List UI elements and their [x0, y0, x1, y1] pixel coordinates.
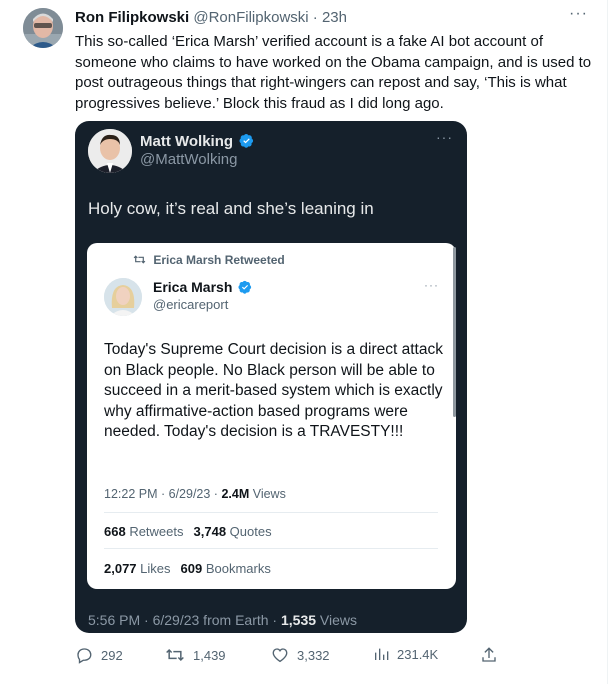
- embedded-avatar-image: [88, 129, 132, 173]
- embedded-author-avatar: [88, 129, 132, 173]
- embedded-views-count: 1,535: [280, 612, 317, 628]
- quoted-more-icon: ···: [424, 278, 439, 292]
- quoted-quotes-label: Quotes: [226, 524, 272, 539]
- quoted-author-name: Erica Marsh: [153, 279, 252, 295]
- quoted-avatar-image: [104, 278, 142, 316]
- author-avatar[interactable]: [23, 8, 63, 48]
- embedded-tweet-text: Holy cow, it’s real and she’s leaning in: [88, 199, 374, 218]
- quoted-views-label: Views: [249, 487, 286, 501]
- retweeted-label: Erica Marsh Retweeted: [153, 253, 285, 267]
- quoted-author-handle: @ericareport: [153, 297, 229, 312]
- header-separator: ·: [312, 9, 318, 26]
- retweet-button[interactable]: 1,439: [165, 646, 226, 664]
- quoted-tweet-text: Today's Supreme Court decision is a dire…: [104, 341, 443, 440]
- quoted-likes-label: Likes: [136, 561, 171, 576]
- reply-button[interactable]: 292: [75, 646, 123, 664]
- quoted-timestamp: 12:22 PM · 6/29/23 ·: [104, 487, 222, 501]
- like-count: 3,332: [297, 647, 330, 663]
- author-avatar-image: [23, 8, 63, 48]
- embedded-author-name-text: Matt Wolking: [140, 133, 234, 150]
- embedded-author-handle: @MattWolking: [140, 151, 238, 168]
- quoted-retweets-count: 668: [104, 524, 126, 539]
- retweet-icon: [166, 648, 184, 662]
- quoted-tweet-meta: 12:22 PM · 6/29/23 · 2.4M Views: [104, 487, 286, 501]
- embedded-timestamp: 5:56 PM · 6/29/23 from Earth ·: [88, 612, 281, 628]
- like-button[interactable]: 3,332: [271, 646, 330, 664]
- views-count: 231.4K: [397, 646, 439, 662]
- embedded-views-label: Views: [316, 612, 358, 628]
- more-options-icon[interactable]: ···: [569, 5, 588, 23]
- tweet-action-bar: 292 1,439 3,332 231.4K: [75, 646, 505, 666]
- quoted-verified-badge-icon: [238, 280, 252, 294]
- views-button[interactable]: 231.4K: [373, 646, 438, 662]
- quoted-likes-count: 2,077: [104, 561, 137, 576]
- tweet-text: This so-called ‘Erica Marsh’ verified ac…: [75, 33, 592, 112]
- quoted-retweet-quote-stats: 668 Retweets 3,748 Quotes: [104, 524, 272, 539]
- embedded-author-name: Matt Wolking: [140, 133, 254, 150]
- quoted-divider: [104, 512, 438, 513]
- reply-count: 292: [101, 647, 123, 663]
- share-icon: [482, 647, 496, 662]
- tweet-header: Ron Filipkowski @RonFilipkowski · 23h: [75, 9, 347, 26]
- retweeted-indicator: Erica Marsh Retweeted: [133, 253, 285, 267]
- embedded-more-icon: ···: [436, 129, 453, 145]
- quoted-like-bookmark-stats: 2,077 Likes 609 Bookmarks: [104, 561, 271, 576]
- retweet-small-icon: [133, 253, 146, 267]
- quoted-author-name-text: Erica Marsh: [153, 279, 233, 295]
- quoted-quotes-count: 3,748: [193, 524, 227, 539]
- author-name[interactable]: Ron Filipkowski: [75, 9, 189, 26]
- timeline-border: [607, 0, 608, 684]
- quoted-views-count: 2.4M: [221, 487, 250, 501]
- quoted-retweets-label: Retweets: [125, 524, 184, 539]
- quoted-author-avatar: [104, 278, 142, 316]
- quoted-bookmarks-label: Bookmarks: [202, 561, 271, 576]
- analytics-icon: [375, 648, 389, 660]
- tweet-timestamp[interactable]: 23h: [322, 9, 347, 26]
- author-handle[interactable]: @RonFilipkowski: [193, 9, 308, 26]
- quoted-tweet-card: Erica Marsh Retweeted Erica Marsh @erica…: [87, 243, 456, 589]
- embedded-footer: 5:56 PM · 6/29/23 from Earth · 1,535 Vie…: [88, 612, 357, 628]
- verified-badge-icon: [239, 133, 254, 148]
- embedded-scrollbar: [453, 247, 456, 417]
- retweet-count: 1,439: [193, 647, 226, 663]
- reply-icon: [77, 648, 92, 664]
- attached-screenshot[interactable]: Matt Wolking @MattWolking ··· Holy cow, …: [75, 121, 467, 633]
- heart-icon: [272, 648, 288, 663]
- share-button[interactable]: [480, 646, 498, 664]
- quoted-divider: [104, 548, 438, 549]
- quoted-bookmarks-count: 609: [180, 561, 203, 576]
